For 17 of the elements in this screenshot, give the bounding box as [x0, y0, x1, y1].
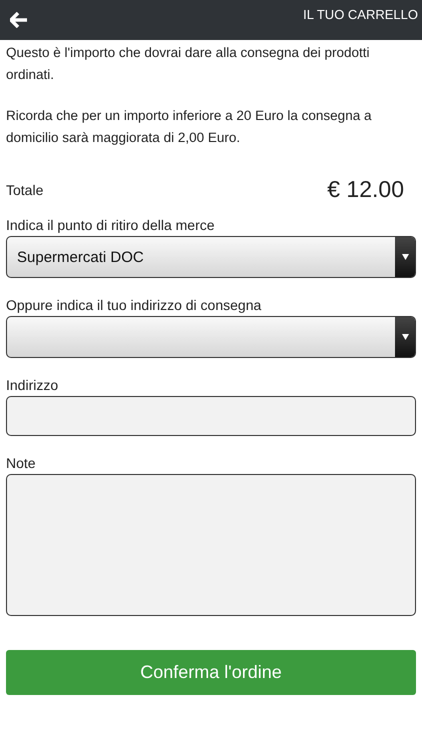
back-arrow-icon[interactable] [10, 12, 28, 28]
field-label: Indica il punto di ritiro della merce [6, 217, 215, 233]
dropdown[interactable]: Supermercati DOC [6, 236, 416, 278]
caret-icon [402, 334, 408, 340]
info-text: Ricorda che per un importo inferiore a 20 Euro la consegna a domicilio sarà maggiorata di 2,00 Euro. [6, 107, 372, 147]
confirm-button[interactable]: Conferma l'ordine [6, 650, 416, 695]
field-label: Oppure indica il tuo indirizzo di consegna [6, 297, 262, 313]
dropdown[interactable] [6, 316, 416, 358]
notes-field[interactable] [6, 474, 416, 616]
total-label: Totale [6, 182, 44, 198]
caret-icon [402, 254, 408, 260]
field-label: Note [6, 455, 36, 471]
total-amount: € 12.00 [327, 176, 404, 203]
info-text: Questo è l'importo che dovrai dare alla consegna dei prodotti ordinati. [6, 44, 371, 84]
page-title: IL TUO CARRELLO [303, 6, 418, 22]
input-field[interactable] [6, 396, 416, 436]
field-label: Indirizzo [6, 377, 58, 393]
